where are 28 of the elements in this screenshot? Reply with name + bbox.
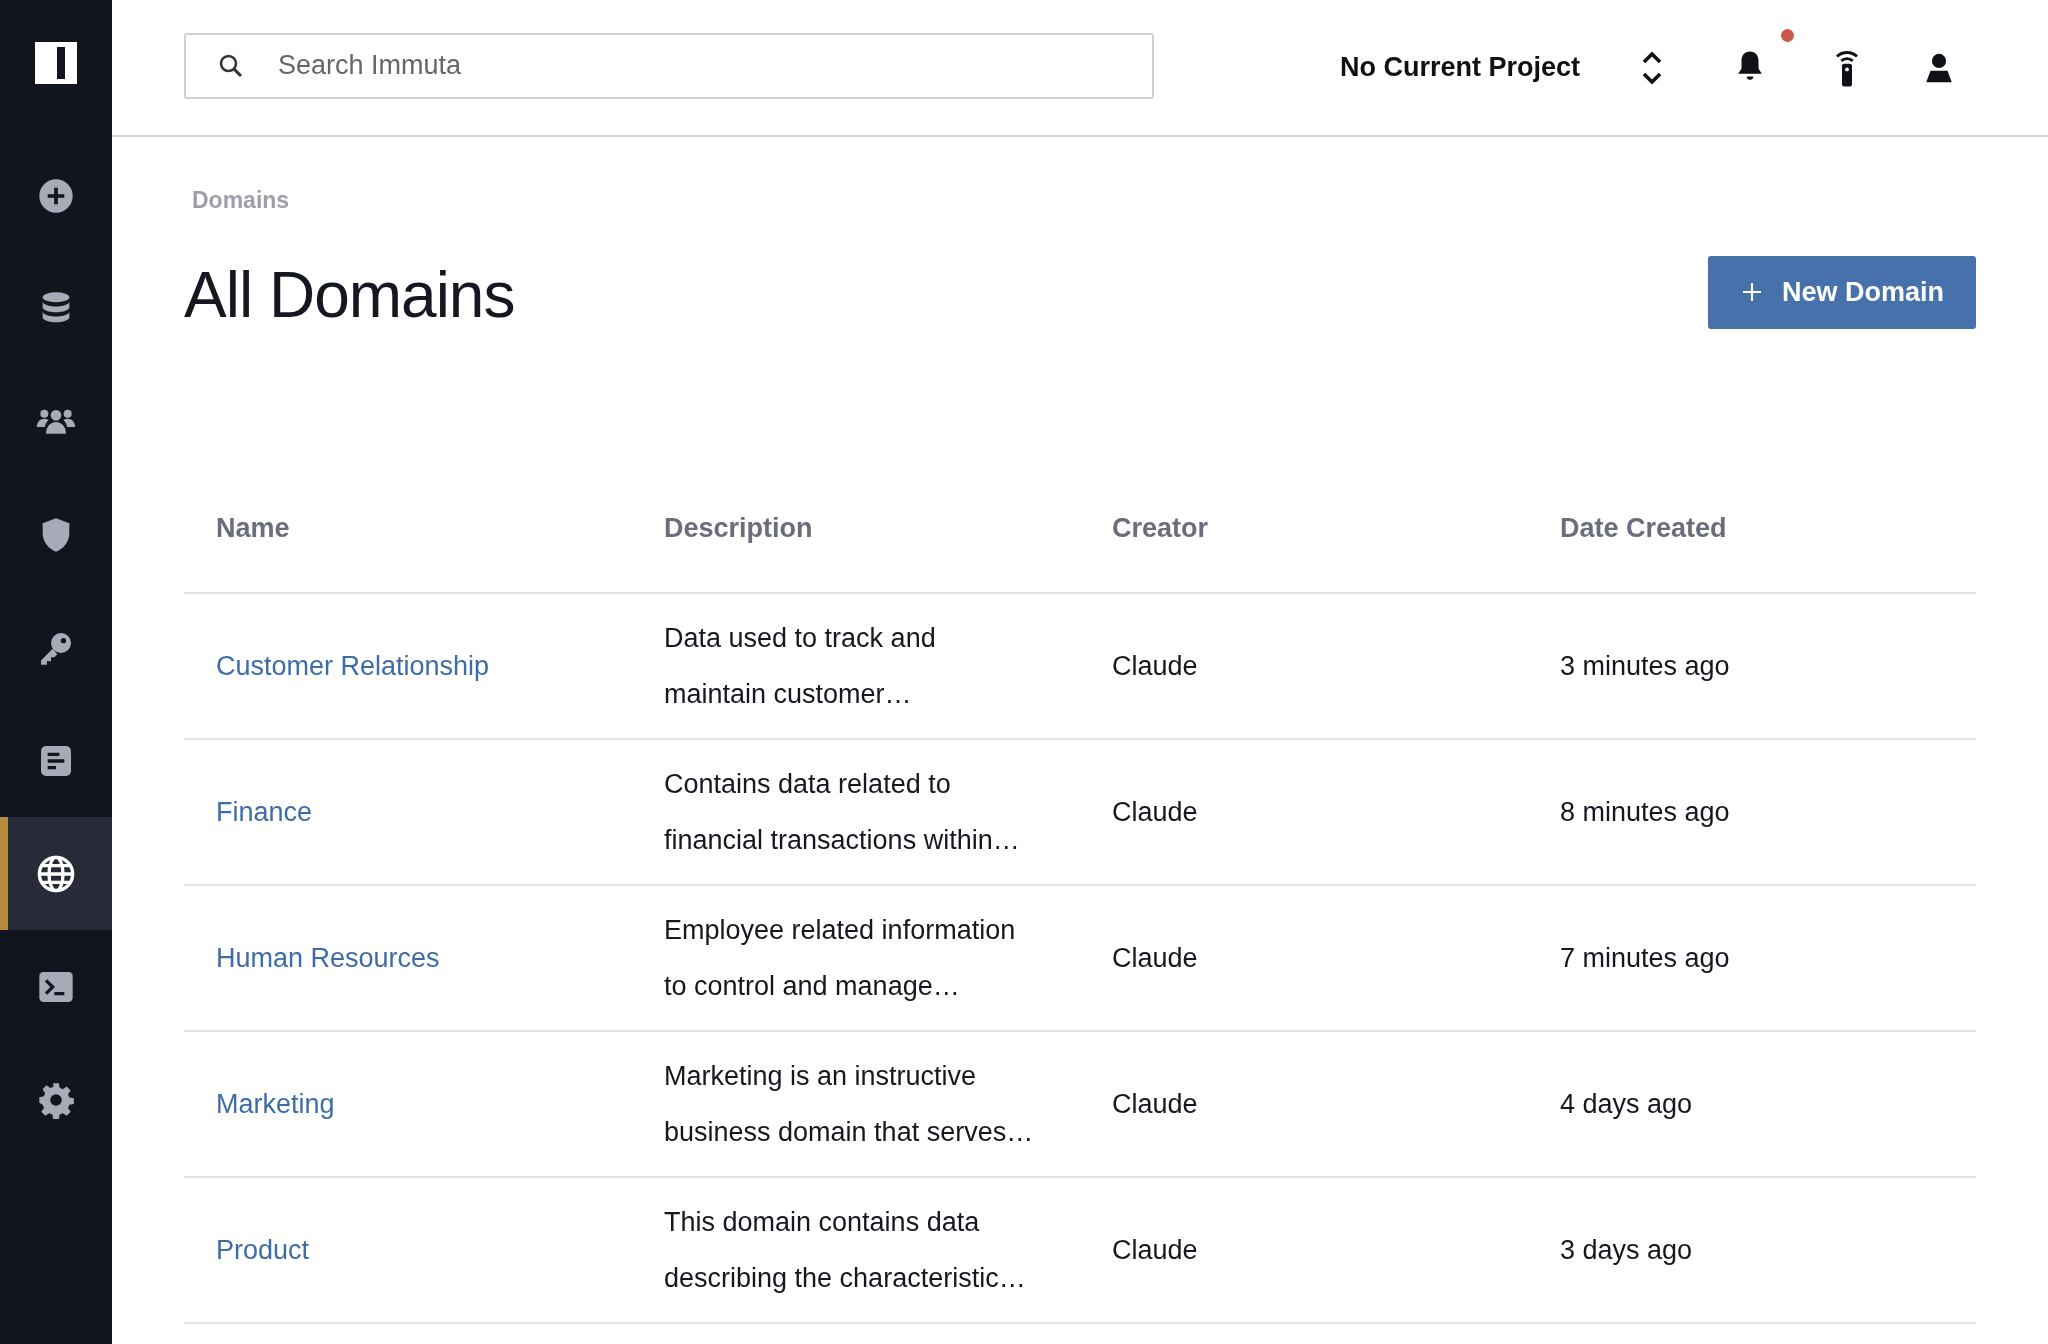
column-header[interactable]: Creator xyxy=(1080,512,1528,544)
table-cell-text: Data used to track and maintain customer… xyxy=(664,622,937,711)
column-header[interactable]: Date Created xyxy=(1528,512,1976,544)
domain-name-link[interactable]: Marketing xyxy=(216,1089,335,1119)
table-cell: Claude xyxy=(1112,651,1198,681)
domain-name-link[interactable]: Finance xyxy=(216,797,313,827)
domain-name-link[interactable]: Product xyxy=(216,1235,310,1265)
table-cell: 3 days ago xyxy=(1560,1235,1693,1265)
table-cell-text: This domain contains data describing the characteristic… xyxy=(664,1206,1027,1295)
page-title: All Domains xyxy=(184,258,515,332)
table-cell-text: Employee related information to control and manage… xyxy=(664,914,1017,1003)
table-cell: Claude xyxy=(1112,943,1198,973)
table-cell: Claude xyxy=(1112,1235,1198,1265)
table-cell-text: Contains data related to financial transactions within… xyxy=(664,768,1021,857)
column-header[interactable]: Name xyxy=(184,512,632,544)
table-cell: Claude xyxy=(1112,797,1198,827)
table-cell: 8 minutes ago xyxy=(1560,797,1730,827)
column-header[interactable]: Description xyxy=(632,512,1080,544)
domain-name-link[interactable]: Customer Relationship xyxy=(216,651,490,681)
table-cell: 3 minutes ago xyxy=(1560,651,1730,681)
table-cell: 7 minutes ago xyxy=(1560,943,1730,973)
table-cell: 4 days ago xyxy=(1560,1089,1693,1119)
project-selector-label[interactable]: No Current Project xyxy=(1339,52,1580,83)
domain-name-link[interactable]: Human Resources xyxy=(216,943,440,973)
table-cell: Claude xyxy=(1112,1089,1198,1119)
new-domain-button[interactable]: New Domain xyxy=(1707,255,1976,329)
table-cell-text: Marketing is an instructive business domain that serves… xyxy=(664,1060,1035,1149)
search-field[interactable]: Search Immuta xyxy=(184,32,1154,99)
